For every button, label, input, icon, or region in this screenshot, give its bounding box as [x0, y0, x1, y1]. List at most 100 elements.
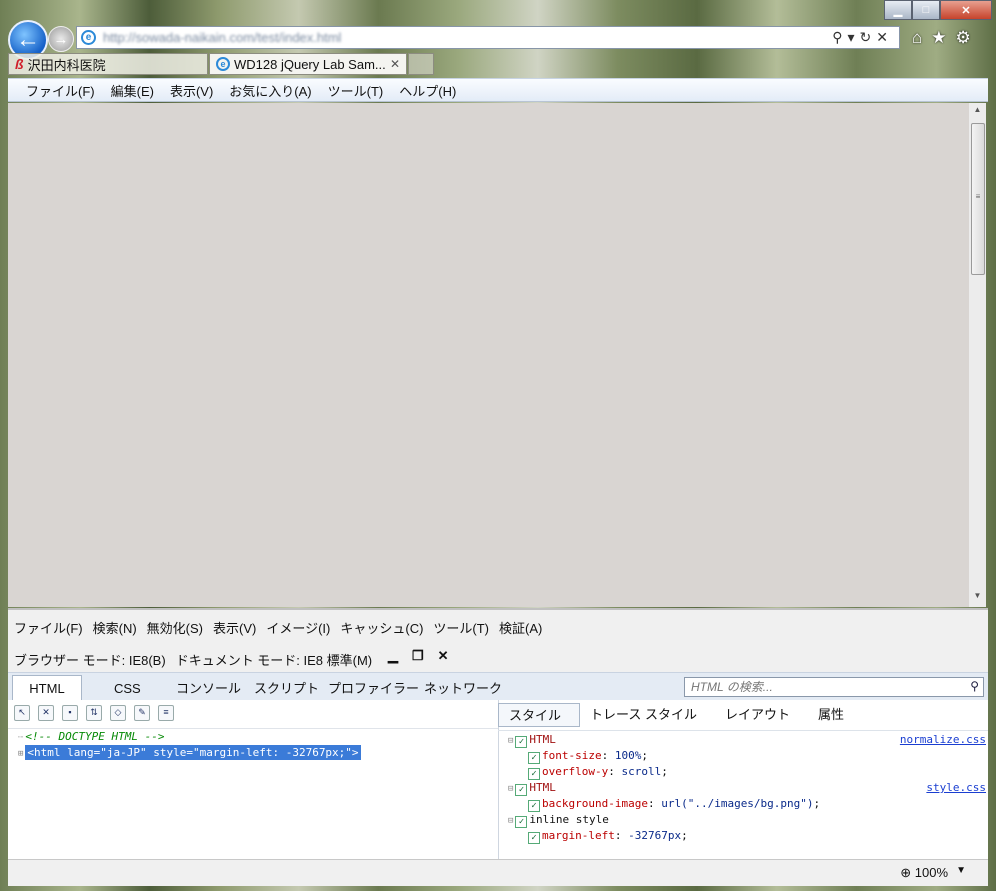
tab-attributes[interactable]: 属性 [808, 703, 862, 727]
dt-menu-file[interactable]: ファイル(F) [14, 618, 83, 637]
tab-trace-style[interactable]: トレース スタイル [580, 703, 715, 727]
style-property[interactable]: ✓ background-image: url("../images/bg.png… [528, 797, 820, 812]
dropdown-icon[interactable]: ▾ [848, 29, 860, 45]
style-property[interactable]: ✓ margin-left: -32767px; [528, 829, 688, 844]
minimize-button[interactable]: ▁ [884, 0, 912, 20]
dt-menu-view[interactable]: 表示(V) [213, 618, 256, 637]
edit-icon[interactable]: ✎ [134, 705, 150, 721]
search-icon[interactable]: ⚲ [970, 679, 979, 693]
page-viewport [8, 103, 969, 607]
address-url[interactable]: http://sowada-naikain.com/test/index.htm… [103, 30, 341, 45]
style-tab-strip: スタイル トレース スタイル レイアウト 属性 [498, 703, 862, 727]
dt-menu-cache[interactable]: キャッシュ(C) [340, 618, 423, 637]
close-tab-icon[interactable]: ✕ [390, 57, 400, 71]
refresh-icon[interactable]: ↻ [860, 29, 877, 45]
menu-tools[interactable]: ツール(T) [328, 81, 384, 100]
checkbox-icon[interactable]: ✓ [528, 752, 540, 764]
browser-menu-bar: ファイル(F) 編集(E) 表示(V) お気に入り(A) ツール(T) ヘルプ(… [8, 78, 988, 102]
scrollbar-thumb[interactable]: ≡ [971, 123, 985, 275]
checkbox-icon[interactable]: ✓ [528, 832, 540, 844]
tab-profiler[interactable]: プロファイラー [322, 677, 425, 701]
checkbox-icon[interactable]: ✓ [528, 768, 540, 780]
minimize-icon[interactable]: ▁ [388, 648, 398, 664]
scroll-down-icon[interactable]: ▼ [969, 591, 986, 605]
undock-icon[interactable]: ❐ [412, 648, 424, 664]
stop-icon[interactable]: ✕ [876, 29, 893, 45]
menu-edit[interactable]: 編集(E) [111, 81, 154, 100]
dt-menu-find[interactable]: 検索(N) [93, 618, 137, 637]
browser-tab-1[interactable]: ß 沢田内科医院 [8, 53, 208, 75]
word-wrap-icon[interactable]: ≡ [158, 705, 174, 721]
style-panel: スタイル トレース スタイル レイアウト 属性 ⊟ ✓ HTML normalize… [498, 700, 988, 861]
zoom-control[interactable]: ⊕ 100% [900, 865, 948, 881]
html-search-input[interactable] [689, 678, 963, 696]
zoom-dropdown-icon[interactable]: ▼ [956, 865, 966, 876]
collapse-icon[interactable]: ⊟ [508, 784, 513, 794]
dt-menu-tools[interactable]: ツール(T) [433, 618, 489, 637]
new-tab-button[interactable] [408, 53, 434, 75]
browser-mode-menu[interactable]: ブラウザー モード: IE8(B) [14, 650, 166, 669]
checkbox-icon[interactable]: ✓ [515, 784, 528, 796]
dt-menu-disable[interactable]: 無効化(S) [147, 618, 203, 637]
devtools-window-buttons: ▁ ❐ ✕ [388, 648, 449, 664]
devtools-body: ↖ ✕ ▪ ⇅ ◇ ✎ ≡ ┈ <!-- DOCTYPE HTML --> ⊞ <h… [8, 700, 988, 861]
tab-style[interactable]: スタイル [498, 703, 581, 727]
home-icon[interactable]: ⌂ [912, 28, 922, 48]
address-bar[interactable]: e http://sowada-naikain.com/test/index.h… [76, 26, 900, 49]
rule-selector[interactable]: ⊟ ✓ HTML [508, 733, 556, 748]
vertical-scrollbar[interactable]: ▲ ≡ ▼ [969, 103, 986, 607]
address-tools: ⚲▾↻✕ [832, 29, 893, 46]
clear-outline-icon[interactable]: ✕ [38, 705, 54, 721]
menu-view[interactable]: 表示(V) [170, 81, 213, 100]
select-element-icon[interactable]: ↖ [14, 705, 30, 721]
forward-button[interactable]: → [48, 26, 74, 52]
collapse-icon[interactable]: ⊟ [508, 816, 513, 826]
rule-selector[interactable]: ⊟ ✓ inline style [508, 813, 609, 828]
dt-menu-validate[interactable]: 検証(A) [499, 618, 542, 637]
developer-tools: ファイル(F) 検索(N) 無効化(S) 表示(V) イメージ(I) キャッシュ… [8, 608, 988, 861]
checkbox-icon[interactable]: ✓ [515, 816, 528, 828]
dom-html-node[interactable]: ⊞ <html lang="ja-JP" style="margin-left: … [18, 745, 361, 760]
expand-icon[interactable]: ⊞ [18, 749, 23, 759]
style-property[interactable]: ✓ overflow-y: scroll; [528, 765, 668, 780]
tab-css[interactable]: CSS [108, 677, 147, 701]
tab-script[interactable]: スクリプト [248, 677, 325, 701]
save-icon[interactable]: ▪ [62, 705, 78, 721]
menu-file[interactable]: ファイル(F) [26, 81, 95, 100]
collapse-icon[interactable]: ⊟ [508, 736, 513, 746]
rule-selector[interactable]: ⊟ ✓ HTML [508, 781, 556, 796]
selected-node[interactable]: <html lang="ja-JP" style="margin-left: -… [25, 745, 361, 760]
arrow-right-icon: → [53, 30, 69, 48]
html-search-box[interactable]: ⚲ [684, 677, 984, 697]
menu-favorites[interactable]: お気に入り(A) [229, 81, 311, 100]
close-icon[interactable]: ✕ [438, 648, 449, 664]
favorites-star-icon[interactable]: ★ [931, 28, 946, 48]
browser-tab-2[interactable]: e WD128 jQuery Lab Sam... ✕ [209, 53, 407, 75]
tab-label: WD128 jQuery Lab Sam... [234, 56, 386, 72]
scroll-up-icon[interactable]: ▲ [969, 105, 986, 119]
tab-console[interactable]: コンソール [170, 677, 247, 701]
dom-doctype-comment[interactable]: ┈ <!-- DOCTYPE HTML --> [18, 730, 165, 743]
devtools-tab-strip: HTML CSS コンソール スクリプト プロファイラー ネットワーク ⚲ [8, 672, 988, 702]
close-window-button[interactable]: ✕ [940, 0, 992, 20]
checkbox-icon[interactable]: ✓ [515, 736, 528, 748]
source-link[interactable]: style.css [926, 781, 986, 794]
maximize-button[interactable]: □ [912, 0, 940, 20]
dt-menu-images[interactable]: イメージ(I) [266, 618, 330, 637]
menu-help[interactable]: ヘルプ(H) [399, 81, 456, 100]
tab-network[interactable]: ネットワーク [418, 677, 508, 701]
style-property[interactable]: ✓ font-size: 100%; [528, 749, 648, 764]
refresh-dom-icon[interactable]: ⇅ [86, 705, 102, 721]
gear-icon[interactable]: ⚙ [956, 28, 971, 48]
divider [8, 728, 498, 729]
tab-layout[interactable]: レイアウト [715, 703, 808, 727]
search-icon[interactable]: ⚲ [832, 29, 847, 45]
source-link[interactable]: normalize.css [900, 733, 986, 746]
dom-element-icon[interactable]: ◇ [110, 705, 126, 721]
ie-page-icon: e [81, 30, 96, 45]
arrow-left-icon: ← [16, 26, 40, 53]
divider [498, 730, 988, 731]
tab-html[interactable]: HTML [12, 675, 82, 702]
checkbox-icon[interactable]: ✓ [528, 800, 540, 812]
document-mode-menu[interactable]: ドキュメント モード: IE8 標準(M) [176, 650, 372, 669]
